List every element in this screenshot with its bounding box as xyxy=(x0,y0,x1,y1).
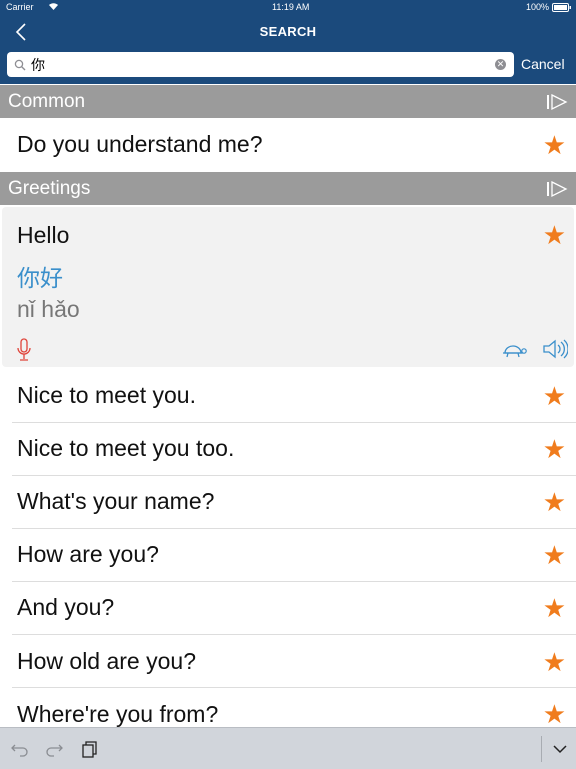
section-label: Common xyxy=(8,91,86,112)
phrase-row[interactable]: And you? ★ xyxy=(0,582,576,634)
phrase-text: And you? xyxy=(17,594,115,620)
phrase-text: How old are you? xyxy=(17,648,196,674)
star-icon[interactable]: ★ xyxy=(543,649,566,675)
phrase-text: What's your name? xyxy=(17,488,215,514)
play-icon[interactable] xyxy=(546,180,568,198)
phrase-row[interactable]: What's your name? ★ xyxy=(0,476,576,528)
section-label: Greetings xyxy=(8,178,91,199)
clock: 11:19 AM xyxy=(272,2,310,12)
wifi-icon xyxy=(48,2,59,13)
phrase-row[interactable]: How old are you? ★ xyxy=(0,635,576,687)
phrase-text: How are you? xyxy=(17,541,159,567)
search-bar: ✕ Cancel xyxy=(0,50,576,84)
phrase-row[interactable]: How are you? ★ xyxy=(0,529,576,581)
keyboard-dismiss-icon[interactable] xyxy=(550,739,570,759)
star-icon[interactable]: ★ xyxy=(543,489,566,515)
expanded-phrase-card[interactable]: Hello ★ 你好 nǐ hǎo xyxy=(2,207,574,367)
star-icon[interactable]: ★ xyxy=(543,383,566,409)
search-input[interactable] xyxy=(29,52,491,77)
toolbar-divider xyxy=(541,736,542,762)
status-bar: Carrier 11:19 AM 100% xyxy=(0,0,576,14)
phrase-row[interactable]: Do you understand me? ★ xyxy=(0,118,576,172)
page-title: SEARCH xyxy=(259,24,317,39)
play-icon[interactable] xyxy=(546,93,568,111)
phrase-text: Nice to meet you. xyxy=(17,382,196,408)
keyboard-toolbar xyxy=(0,727,576,769)
phrase-text: Where're you from? xyxy=(17,701,219,727)
microphone-icon[interactable] xyxy=(16,338,32,362)
section-header-greetings: Greetings xyxy=(0,172,576,205)
star-icon[interactable]: ★ xyxy=(543,132,566,158)
phrase-row[interactable]: Where're you from? ★ xyxy=(0,688,576,727)
search-field[interactable]: ✕ xyxy=(7,52,514,77)
undo-icon[interactable] xyxy=(10,739,30,759)
phrase-text: Do you understand me? xyxy=(17,131,263,157)
search-icon xyxy=(14,58,26,71)
clipboard-icon[interactable] xyxy=(80,739,100,759)
star-icon[interactable]: ★ xyxy=(543,220,566,251)
phrase-chinese: 你好 xyxy=(17,266,63,292)
carrier-label: Carrier xyxy=(6,2,34,12)
battery-percent: 100% xyxy=(526,2,550,12)
section-header-common: Common xyxy=(0,85,576,118)
star-icon[interactable]: ★ xyxy=(543,595,566,621)
turtle-icon[interactable] xyxy=(501,342,527,358)
phrase-row[interactable]: Nice to meet you. ★ xyxy=(0,369,576,421)
speaker-icon[interactable] xyxy=(542,338,569,360)
phrase-text: Nice to meet you too. xyxy=(17,435,235,461)
star-icon[interactable]: ★ xyxy=(543,436,566,462)
redo-icon[interactable] xyxy=(44,739,64,759)
navigation-bar: SEARCH xyxy=(0,14,576,50)
phrase-row[interactable]: Nice to meet you too. ★ xyxy=(0,423,576,475)
clear-icon[interactable]: ✕ xyxy=(495,59,506,70)
star-icon[interactable]: ★ xyxy=(543,542,566,568)
phrase-pinyin: nǐ hǎo xyxy=(17,296,80,322)
battery-icon xyxy=(552,3,572,14)
phrase-english: Hello xyxy=(17,222,70,248)
cancel-button[interactable]: Cancel xyxy=(521,56,565,72)
star-icon[interactable]: ★ xyxy=(543,701,566,727)
